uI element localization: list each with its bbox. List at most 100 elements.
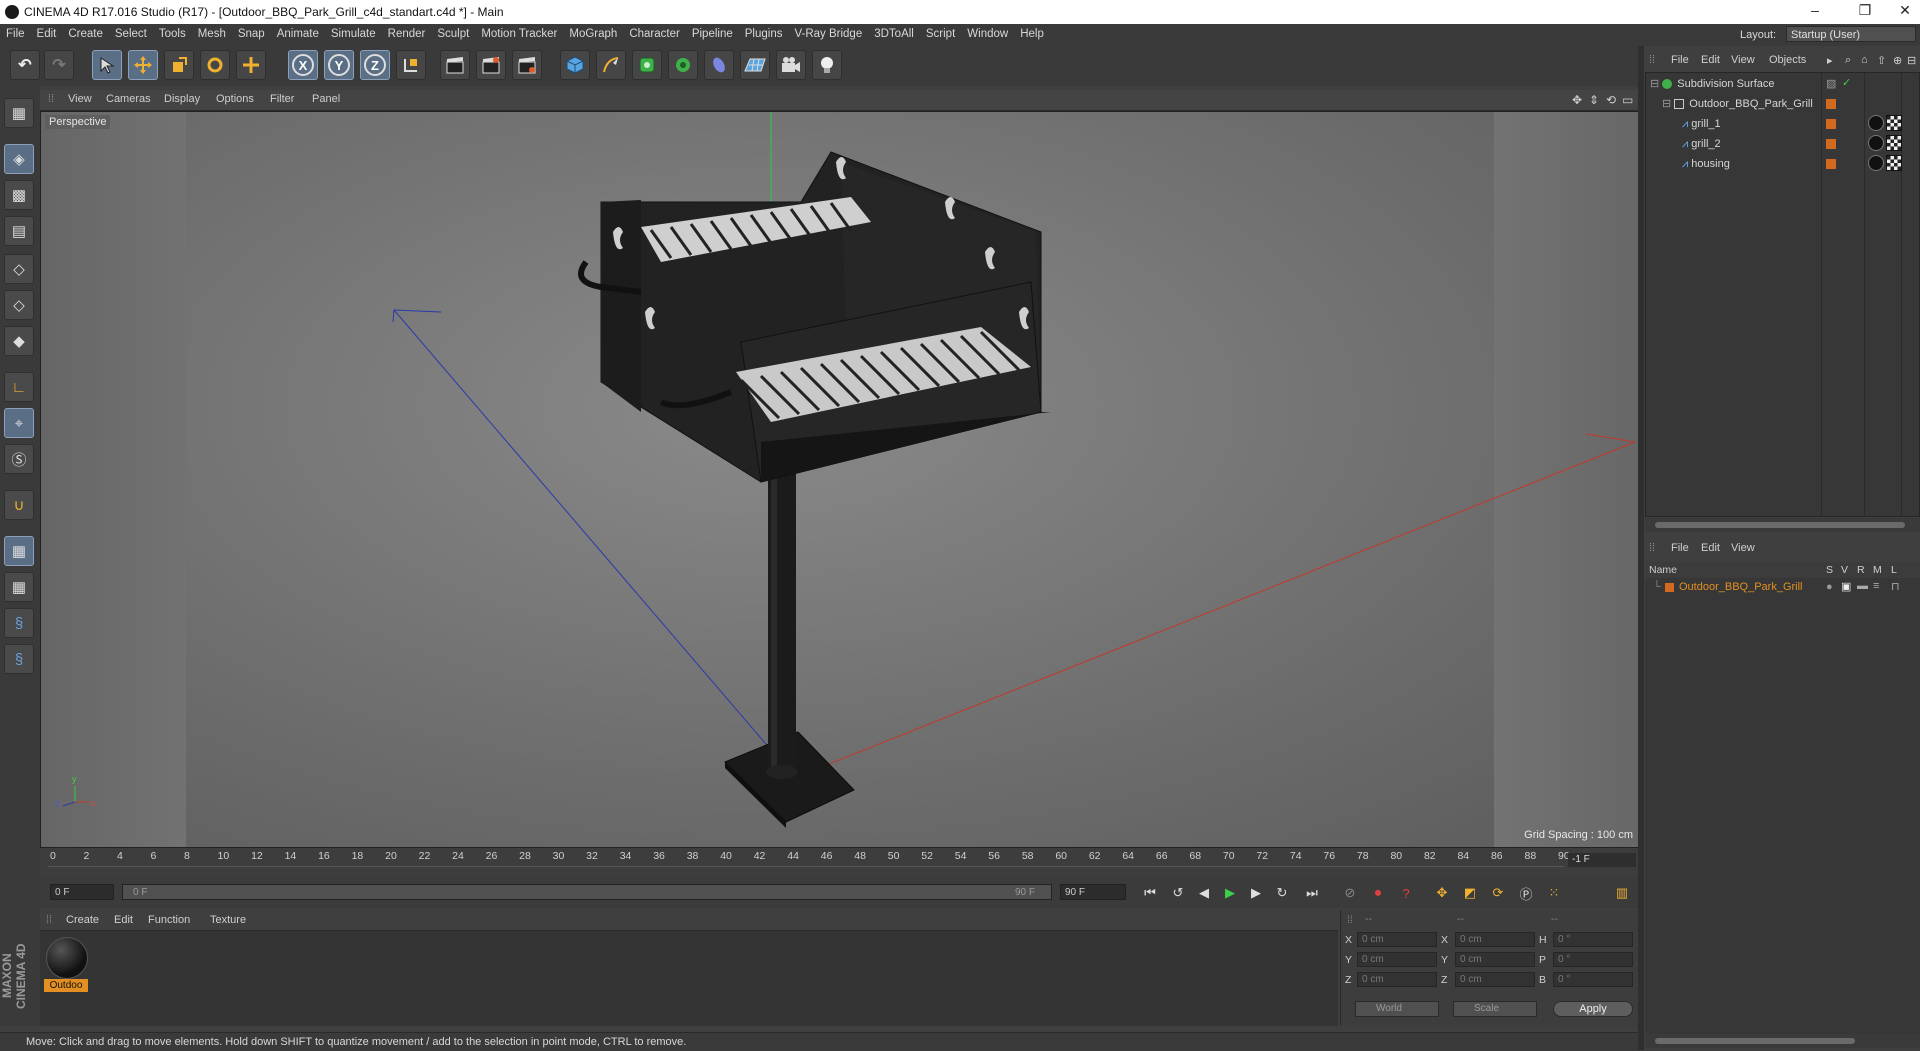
objects-home-icon[interactable]: ⌂ xyxy=(1861,54,1868,66)
key-parameter-button[interactable]: Ⓟ xyxy=(1514,882,1538,904)
key-scale-button[interactable]: ◩ xyxy=(1458,882,1482,904)
material-menu-function[interactable]: Function xyxy=(148,914,190,926)
edit-toggle-icon[interactable]: ▨ xyxy=(1826,77,1836,90)
object-row-subdivision-surface[interactable]: ⊟ Subdivision Surface xyxy=(1646,75,1824,94)
material-menu-texture[interactable]: Texture xyxy=(210,914,246,926)
planar-workplane-button[interactable]: ▦ xyxy=(4,572,34,602)
menu-vray-bridge[interactable]: V-Ray Bridge xyxy=(788,24,868,40)
objects-menu-edit[interactable]: Edit xyxy=(1701,54,1720,66)
objects-more-icon[interactable]: ▸ xyxy=(1827,54,1833,67)
material-menu-create[interactable]: Create xyxy=(66,914,99,926)
viewport-dolly-icon[interactable]: ⇕ xyxy=(1589,93,1599,107)
object-row-housing[interactable]: ⩘ housing xyxy=(1646,155,1856,174)
render-view-button[interactable] xyxy=(440,50,470,80)
viewport-menu-options[interactable]: Options xyxy=(216,93,254,105)
snap-button[interactable]: Ⓢ xyxy=(4,444,34,474)
pos-z-field[interactable]: 0 cm xyxy=(1357,972,1437,987)
menu-snap[interactable]: Snap xyxy=(232,24,271,40)
layer-visible-icon[interactable]: ▣ xyxy=(1841,580,1851,593)
material-menu-edit[interactable]: Edit xyxy=(114,914,133,926)
layer-lock-icon[interactable]: ⊓ xyxy=(1891,580,1900,593)
column-name[interactable]: Name xyxy=(1649,564,1677,576)
motion-record-button[interactable]: ⊘ xyxy=(1338,882,1362,904)
texture-tag-icon[interactable] xyxy=(1886,115,1902,131)
points-mode-button[interactable]: ◇ xyxy=(4,254,34,284)
menu-sculpt[interactable]: Sculpt xyxy=(431,24,475,40)
previous-frame-button[interactable]: ◀ xyxy=(1192,882,1216,904)
texture-tag-icon[interactable] xyxy=(1886,135,1902,151)
3d-viewport[interactable]: y x z Perspective Grid Spacing : 100 cm xyxy=(40,111,1640,848)
menu-animate[interactable]: Animate xyxy=(271,24,325,40)
objects-menu-objects[interactable]: Objects xyxy=(1769,54,1806,66)
texture-mode-button[interactable]: ▩ xyxy=(4,180,34,210)
z-axis-lock-button[interactable]: Z xyxy=(360,50,390,80)
objects-up-icon[interactable]: ⇧ xyxy=(1877,54,1886,67)
material-preview-ball[interactable] xyxy=(46,937,88,979)
pos-y-field[interactable]: 0 cm xyxy=(1357,952,1437,967)
layer-manager-scrollbar[interactable] xyxy=(1645,1034,1920,1048)
coordinate-system-button[interactable] xyxy=(396,50,426,80)
apply-button[interactable]: Apply xyxy=(1553,1001,1633,1017)
viewport-menu-cameras[interactable]: Cameras xyxy=(106,93,151,105)
autokey-button[interactable]: ? xyxy=(1394,882,1418,904)
close-button[interactable]: ✕ xyxy=(1890,2,1920,19)
previous-key-button[interactable]: ↺ xyxy=(1166,882,1190,904)
column-manager[interactable]: M xyxy=(1873,564,1882,576)
coordinate-mode-dropdown[interactable]: World xyxy=(1355,1001,1439,1017)
objects-menu-view[interactable]: View xyxy=(1731,54,1755,66)
column-visible[interactable]: V xyxy=(1841,564,1848,576)
viewport-menu-view[interactable]: View xyxy=(68,93,92,105)
expand-toggle-icon[interactable]: ⊟ xyxy=(1662,98,1671,110)
menu-character[interactable]: Character xyxy=(623,24,686,40)
viewport-pan-icon[interactable]: ✥ xyxy=(1572,93,1582,107)
size-mode-dropdown[interactable]: Scale xyxy=(1453,1001,1537,1017)
add-nurbs-button[interactable] xyxy=(632,50,662,80)
texture-tag-icon[interactable] xyxy=(1886,155,1902,171)
material-tag-icon[interactable] xyxy=(1868,155,1884,171)
menu-edit[interactable]: Edit xyxy=(31,24,63,40)
tweak-mode-button[interactable]: ⌖ xyxy=(4,408,34,438)
y-axis-lock-button[interactable]: Y xyxy=(324,50,354,80)
column-solo[interactable]: S xyxy=(1826,564,1833,576)
next-key-button[interactable]: ↻ xyxy=(1270,882,1294,904)
column-locked[interactable]: L xyxy=(1891,564,1897,576)
objects-search-icon[interactable]: ⌕ xyxy=(1845,54,1851,67)
viewport-maximize-icon[interactable]: ▭ xyxy=(1622,93,1633,107)
menu-pipeline[interactable]: Pipeline xyxy=(686,24,739,40)
menu-tools[interactable]: Tools xyxy=(153,24,192,40)
add-camera-button[interactable] xyxy=(776,50,806,80)
layer-color-swatch[interactable] xyxy=(1665,583,1674,592)
make-editable-button[interactable]: ▦ xyxy=(4,98,34,128)
material-tag-icon[interactable] xyxy=(1868,135,1884,151)
menu-file[interactable]: File xyxy=(0,24,31,40)
menu-render[interactable]: Render xyxy=(382,24,432,40)
menu-script[interactable]: Script xyxy=(920,24,961,40)
timeline-ruler[interactable]: 0 2 4 6 8 10 12 14 16 18 20 22 24 26 28 30 32 34 36 38 40 42 4… xyxy=(40,848,1640,878)
enabled-check-icon[interactable]: ✓ xyxy=(1842,76,1851,89)
add-light-button[interactable] xyxy=(812,50,842,80)
layer-color-tag[interactable] xyxy=(1826,119,1836,129)
viewport-rotate-icon[interactable]: ⟲ xyxy=(1606,93,1616,107)
python-script-2-button[interactable]: § xyxy=(4,644,34,674)
transform-tool-button[interactable] xyxy=(236,50,266,80)
add-spline-button[interactable] xyxy=(596,50,626,80)
layer-color-tag[interactable] xyxy=(1826,99,1836,109)
menu-window[interactable]: Window xyxy=(961,24,1014,40)
x-axis-lock-button[interactable]: X xyxy=(288,50,318,80)
size-z-field[interactable]: 0 cm xyxy=(1455,972,1535,987)
preview-range-slider[interactable]: 0 F 90 F xyxy=(122,884,1052,900)
object-manager-scrollbar[interactable] xyxy=(1645,518,1920,532)
scale-tool-button[interactable] xyxy=(164,50,194,80)
size-x-field[interactable]: 0 cm xyxy=(1455,932,1535,947)
record-button[interactable]: ⏺ xyxy=(1366,882,1390,904)
menu-mesh[interactable]: Mesh xyxy=(192,24,232,40)
key-rotation-button[interactable]: ⟳ xyxy=(1486,882,1510,904)
magnet-button[interactable]: ∪ xyxy=(4,490,34,520)
viewport-menu-filter[interactable]: Filter xyxy=(270,93,294,105)
layer-row[interactable]: └ Outdoor_BBQ_Park_Grill ● ▣ ▬ ≡ ⊓ xyxy=(1645,580,1920,596)
add-deformer-button[interactable] xyxy=(704,50,734,80)
material-name-label[interactable]: Outdoo xyxy=(44,979,88,992)
menu-select[interactable]: Select xyxy=(109,24,153,40)
menu-help[interactable]: Help xyxy=(1014,24,1050,40)
rot-h-field[interactable]: 0 ° xyxy=(1553,932,1633,947)
